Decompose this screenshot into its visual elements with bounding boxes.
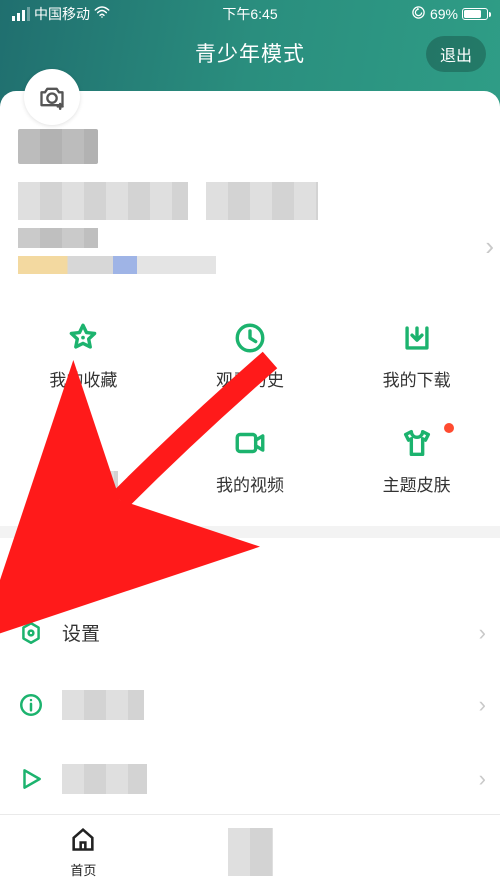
list-item-play[interactable]: › bbox=[0, 742, 500, 816]
alarm-icon bbox=[0, 425, 167, 461]
grid-label: 我的视频 bbox=[167, 471, 334, 496]
signal-icon bbox=[12, 7, 30, 21]
tab-second[interactable] bbox=[167, 815, 334, 889]
grid-item-favorites[interactable]: 我的收藏 bbox=[0, 320, 167, 391]
tshirt-icon bbox=[333, 425, 500, 461]
redacted-block bbox=[228, 828, 273, 876]
info-icon bbox=[18, 692, 44, 718]
home-icon bbox=[69, 825, 97, 858]
hex-gear-icon bbox=[18, 620, 44, 646]
quick-grid: 我的收藏 观看历史 我的下载 我的视频 主题皮肤 bbox=[0, 292, 500, 526]
redacted-block bbox=[18, 256, 216, 274]
battery-icon bbox=[462, 8, 488, 20]
list-item-label: 设置 bbox=[62, 619, 100, 646]
list-item-settings[interactable]: 设置 › bbox=[0, 597, 500, 668]
exit-button[interactable]: 退出 bbox=[426, 36, 486, 72]
play-icon bbox=[18, 766, 44, 792]
grid-item-history[interactable]: 观看历史 bbox=[167, 320, 334, 391]
clock-icon bbox=[167, 320, 334, 356]
section-title: 其他 bbox=[0, 538, 500, 597]
profile-card[interactable]: › bbox=[0, 91, 500, 292]
redacted-block bbox=[18, 129, 98, 164]
battery-percent: 69% bbox=[430, 6, 458, 22]
status-time: 下午6:45 bbox=[222, 4, 277, 24]
list-item-info[interactable]: › bbox=[0, 668, 500, 742]
wifi-icon bbox=[94, 6, 110, 21]
grid-label: 我的下载 bbox=[333, 366, 500, 391]
grid-label: 我的收藏 bbox=[0, 366, 167, 391]
chevron-right-icon: › bbox=[485, 231, 494, 262]
redacted-block bbox=[48, 471, 118, 491]
chevron-right-icon: › bbox=[479, 692, 486, 718]
grid-item-videos[interactable]: 我的视频 bbox=[167, 425, 334, 496]
redacted-block bbox=[62, 764, 147, 794]
grid-item-downloads[interactable]: 我的下载 bbox=[333, 320, 500, 391]
redacted-block bbox=[206, 182, 318, 220]
grid-label: 主题皮肤 bbox=[333, 471, 500, 496]
tab-bar: 首页 bbox=[0, 814, 500, 889]
carrier-label: 中国移动 bbox=[34, 4, 90, 24]
redacted-block bbox=[62, 690, 144, 720]
camera-icon[interactable] bbox=[24, 69, 80, 125]
status-bar: 中国移动 下午6:45 69% bbox=[0, 0, 500, 24]
redacted-block bbox=[18, 228, 98, 248]
notification-dot bbox=[444, 423, 454, 433]
grid-item-skin[interactable]: 主题皮肤 bbox=[333, 425, 500, 496]
orientation-lock-icon bbox=[411, 5, 426, 23]
chevron-right-icon: › bbox=[479, 766, 486, 792]
tab-home[interactable]: 首页 bbox=[0, 815, 167, 889]
grid-item-alarm[interactable] bbox=[0, 425, 167, 496]
video-icon bbox=[167, 425, 334, 461]
other-section: 其他 设置 › › › bbox=[0, 538, 500, 816]
tab-empty bbox=[333, 815, 500, 889]
star-icon bbox=[0, 320, 167, 356]
grid-label: 观看历史 bbox=[167, 366, 334, 391]
redacted-block bbox=[18, 182, 188, 220]
tab-label: 首页 bbox=[70, 860, 96, 879]
download-icon bbox=[333, 320, 500, 356]
chevron-right-icon: › bbox=[479, 620, 486, 646]
page-title: 青少年模式 bbox=[195, 38, 305, 68]
